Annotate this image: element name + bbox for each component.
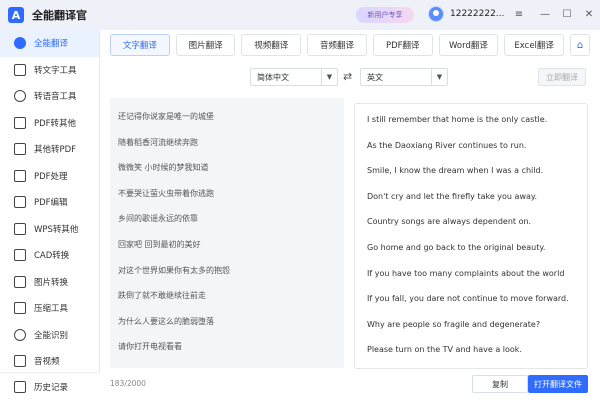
translate-icon [14, 37, 26, 50]
user-avatar[interactable] [428, 6, 444, 22]
sidebar-item-to-text[interactable]: 转文字工具 [0, 57, 99, 84]
source-language-value: 简体中文 [257, 72, 289, 82]
sidebar-item-label: 转语音工具 [34, 92, 77, 103]
recognize-icon [14, 328, 26, 341]
sidebar-item-all-translate[interactable]: 全能翻译 [0, 30, 99, 57]
source-line: 对这个世界如果你有太多的抱怨 [118, 265, 230, 275]
tab-image-translate[interactable]: 图片翻译 [175, 34, 236, 56]
sidebar-item-image[interactable]: 图片转换 [0, 269, 99, 296]
sidebar-item-wps-to-other[interactable]: WPS转其他 [0, 216, 99, 243]
voice-icon [14, 90, 26, 103]
copy-button[interactable]: 复制 [472, 375, 528, 393]
output-line: If you have too many complaints about th… [367, 268, 565, 278]
edit-icon [14, 196, 26, 209]
tab-word-translate[interactable]: Word翻译 [438, 34, 499, 56]
sidebar-item-other-to-pdf[interactable]: 其他转PDF [0, 136, 99, 163]
text-icon [14, 63, 26, 76]
home-icon[interactable]: ⌂ [570, 34, 590, 56]
sidebar-item-to-voice[interactable]: 转语音工具 [0, 83, 99, 110]
sidebar-item-pdf-to-other[interactable]: PDF转其他 [0, 110, 99, 137]
history-icon [14, 380, 26, 393]
open-translation-file-button[interactable]: 打开翻译文件 [528, 375, 588, 393]
tab-audio-translate[interactable]: 音频翻译 [307, 34, 367, 56]
tab-text-translate[interactable]: 文字翻译 [110, 34, 170, 56]
character-count: 183/2000 [110, 379, 146, 388]
translation-output: I still remember that home is the only c… [354, 103, 588, 369]
output-line: If you fall, you dare not continue to mo… [367, 294, 569, 304]
menu-icon[interactable]: ≡ [512, 7, 526, 21]
sidebar-item-recognize[interactable]: 全能识别 [0, 322, 99, 349]
tab-video-translate[interactable]: 视频翻译 [241, 34, 302, 56]
sidebar-item-label: 图片转换 [34, 277, 69, 288]
output-line: Why are people so fragile and degenerate… [367, 319, 541, 329]
tab-excel-translate[interactable]: Excel翻译 [504, 34, 565, 56]
minimize-icon[interactable]: — [538, 7, 552, 21]
title-bar: A 全能翻译官 新用户专享 12222222... ≡ — ☐ ✕ [0, 0, 600, 30]
sidebar-item-label: PDF转其他 [34, 118, 77, 129]
sidebar-item-label: 全能翻译 [34, 39, 69, 50]
output-line: As the Daoxiang River continues to run. [367, 140, 527, 150]
sidebar-item-label: PDF编辑 [34, 198, 68, 209]
history-button[interactable]: 历史记录 [0, 372, 100, 400]
chevron-down-icon: ▼ [431, 69, 447, 85]
doc-icon [14, 143, 26, 156]
source-line: 跌倒了就不敢继续往前走 [118, 291, 206, 301]
source-line: 随着稻香河流继续奔跑 [118, 137, 198, 147]
pdf-process-icon [14, 169, 26, 182]
sidebar-item-label: PDF处理 [34, 171, 68, 182]
sidebar-item-label: 转文字工具 [34, 65, 77, 76]
tab-bar: 文字翻译 图片翻译 视频翻译 音频翻译 PDF翻译 Word翻译 Excel翻译… [110, 34, 590, 56]
vip-offer-button[interactable]: 新用户专享 [356, 7, 414, 23]
output-line: Country songs are always dependent on. [367, 217, 532, 227]
media-icon [14, 355, 26, 368]
source-line: 多少人为生命在努力勇敢的走下去 [118, 360, 336, 369]
app-title: 全能翻译官 [32, 9, 87, 22]
source-line: 为什么人要这么的脆弱堕落 [118, 316, 214, 326]
history-label: 历史记录 [34, 382, 69, 393]
sidebar-item-label: WPS转其他 [34, 224, 79, 235]
output-line: I still remember that home is the only c… [367, 115, 548, 124]
source-line: 回家吧 回到最初的美好 [118, 239, 201, 249]
source-line: 乡间的歌谣永远的依靠 [118, 214, 198, 224]
sidebar-item-pdf-process[interactable]: PDF处理 [0, 163, 99, 190]
compress-icon [14, 302, 26, 315]
wps-icon [14, 222, 26, 235]
sidebar-item-label: 音视频 [34, 357, 60, 368]
chevron-down-icon: ▼ [321, 69, 337, 85]
sidebar-item-label: 压缩工具 [34, 304, 69, 315]
close-icon[interactable]: ✕ [582, 7, 596, 21]
output-line: Don't cry and let the firefly take you a… [367, 191, 538, 201]
image-icon [14, 275, 26, 288]
translate-now-button[interactable]: 立即翻译 [538, 68, 586, 86]
sidebar: 全能翻译 转文字工具 转语音工具 PDF转其他 其他转PDF PDF处理 PDF… [0, 30, 100, 400]
username[interactable]: 12222222... [450, 9, 504, 19]
sidebar-item-compress[interactable]: 压缩工具 [0, 295, 99, 322]
target-language-select[interactable]: 英文 ▼ [360, 68, 448, 86]
source-line: 微微笑 小时候的梦我知道 [118, 163, 209, 173]
source-line: 还记得你说家是唯一的城堡 [118, 112, 214, 121]
cad-icon [14, 249, 26, 262]
sidebar-item-media[interactable]: 音视频 [0, 348, 99, 375]
output-line: Smile, I know the dream when I was a chi… [367, 166, 544, 176]
sidebar-item-label: CAD转换 [34, 251, 70, 262]
tab-pdf-translate[interactable]: PDF翻译 [372, 34, 433, 56]
source-line: 请你打开电视看看 [118, 342, 182, 352]
source-line: 不要哭让萤火虫带着你逃跑 [118, 188, 214, 198]
maximize-icon[interactable]: ☐ [560, 7, 574, 21]
sidebar-item-label: 全能识别 [34, 330, 69, 341]
main-panel: 文字翻译 图片翻译 视频翻译 音频翻译 PDF翻译 Word翻译 Excel翻译… [100, 30, 600, 400]
sidebar-item-label: 其他转PDF [34, 145, 77, 156]
pdf-icon [14, 116, 26, 129]
target-language-value: 英文 [367, 72, 383, 82]
sidebar-item-cad[interactable]: CAD转换 [0, 242, 99, 269]
output-line: Go home and go back to the original beau… [367, 242, 546, 252]
swap-languages-icon[interactable]: ⇄ [343, 70, 352, 83]
app-logo-icon: A [8, 7, 24, 23]
source-language-select[interactable]: 简体中文 ▼ [250, 68, 338, 86]
sidebar-item-pdf-edit[interactable]: PDF编辑 [0, 189, 99, 216]
source-text-input[interactable]: 还记得你说家是唯一的城堡 随着稻香河流继续奔跑 微微笑 小时候的梦我知道 不要哭… [110, 98, 344, 368]
output-line: Please turn on the TV and have a look. [367, 345, 522, 355]
